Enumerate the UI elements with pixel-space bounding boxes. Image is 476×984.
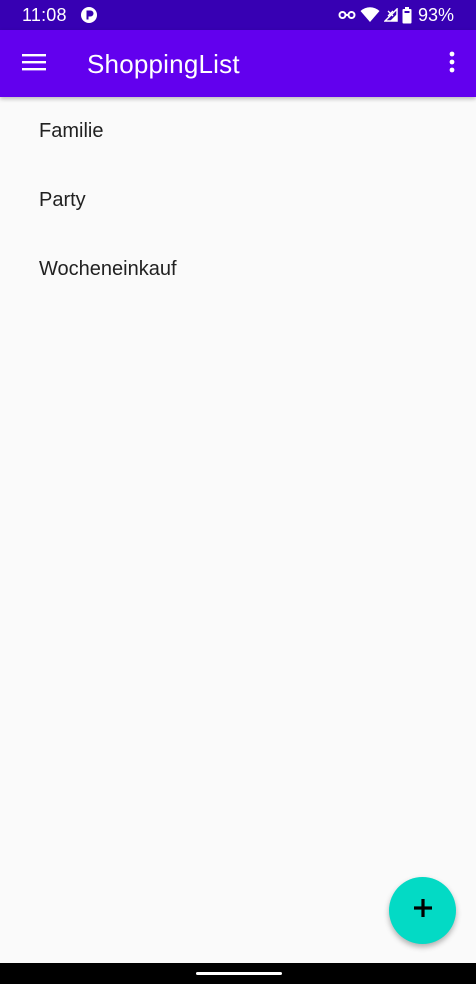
vpn-key-icon (338, 8, 356, 22)
list-item-familie[interactable]: Familie (0, 97, 476, 166)
status-time: 11:08 (22, 5, 67, 25)
list-item-party[interactable]: Party (0, 166, 476, 235)
list-item-label: Wocheneinkauf (39, 258, 177, 280)
status-bar: 11:08 93% (0, 0, 476, 30)
home-gesture-handle[interactable] (196, 972, 282, 975)
system-navigation-bar (0, 963, 476, 984)
list-item-label: Familie (39, 120, 104, 142)
hamburger-menu-button[interactable] (10, 40, 58, 88)
hamburger-menu-icon (22, 53, 46, 76)
app-bar: ShoppingList (0, 30, 476, 97)
list-item-label: Party (39, 189, 86, 211)
wifi-icon (360, 7, 380, 23)
list-item-wocheneinkauf[interactable]: Wocheneinkauf (0, 235, 476, 304)
signal-icon (383, 8, 398, 22)
shopping-lists: Familie Party Wocheneinkauf (0, 97, 476, 304)
battery-icon (402, 6, 412, 24)
app-notification-icon (80, 6, 98, 24)
app-title: ShoppingList (87, 49, 240, 79)
add-list-button[interactable] (389, 877, 456, 944)
more-vert-icon (449, 51, 455, 78)
battery-percentage: 93% (417, 4, 454, 25)
status-icons: 93% (338, 5, 454, 25)
plus-icon (413, 899, 432, 922)
overflow-menu-button[interactable] (432, 40, 472, 88)
